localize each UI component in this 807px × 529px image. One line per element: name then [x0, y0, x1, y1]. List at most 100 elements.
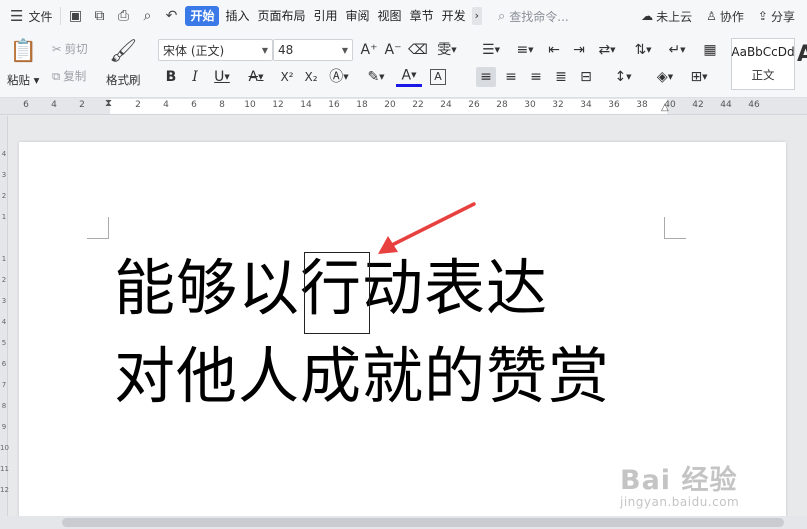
ruler-number: 2 — [1, 276, 7, 284]
font-color-button[interactable]: A▼ — [396, 67, 422, 87]
italic-button[interactable]: I — [185, 67, 205, 87]
font-color-label: A — [401, 67, 412, 84]
ruler-number: 6 — [1, 360, 7, 368]
tab-page-layout[interactable]: 页面布局 — [254, 6, 310, 26]
borders-icon[interactable]: ⊞▼ — [686, 67, 712, 87]
ruler-number: 34 — [580, 100, 592, 110]
font-name-select[interactable]: 宋体 (正文) ▼ — [158, 39, 273, 61]
cut-button[interactable]: ✂ 剪切 — [52, 41, 88, 57]
clear-format-icon[interactable]: ⌫ — [408, 40, 428, 60]
collaborate-button[interactable]: ♙ 协作 — [706, 8, 744, 25]
font-size-select[interactable]: 48 ▼ — [273, 39, 353, 61]
chinese-layout-icon[interactable]: ⇄▼ — [594, 40, 620, 60]
ruler-number: 32 — [552, 100, 564, 110]
more-styles-button[interactable]: A — [797, 42, 807, 67]
tab-references[interactable]: 引用 — [310, 6, 342, 26]
scrollbar-thumb[interactable] — [62, 518, 784, 527]
align-center-icon[interactable]: ≡ — [501, 67, 521, 87]
align-left-icon[interactable]: ≡ — [476, 67, 496, 87]
numbered-list-icon[interactable]: ≡▼ — [512, 40, 538, 60]
quick-access-toolbar: ▣ ⧉ ⎙ ⌕ ↶ — [60, 7, 185, 25]
cloud-status-button[interactable]: ☁ 未上云 — [641, 8, 692, 25]
align-right-icon[interactable]: ≡ — [526, 67, 546, 87]
share-button[interactable]: ⇪ 分享 — [758, 8, 795, 25]
tab-view[interactable]: 视图 — [374, 6, 406, 26]
print-preview-icon[interactable]: ⌕ — [139, 8, 155, 24]
export-icon[interactable]: ⧉ — [91, 8, 107, 24]
tab-developer[interactable]: 开发 — [438, 6, 470, 26]
tab-sections[interactable]: 章节 — [406, 6, 438, 26]
style-normal[interactable]: AaBbCcDd 正文 — [731, 38, 795, 90]
copy-label: 复制 — [63, 69, 87, 83]
watermark-url: jingyan.baidu.com — [620, 495, 740, 509]
ruler-number: 11 — [0, 465, 9, 473]
ruler-number: 2 — [79, 100, 85, 110]
scissors-icon: ✂ — [52, 42, 62, 56]
more-tabs-button[interactable]: › — [471, 7, 482, 25]
share-icon: ⇪ — [757, 9, 768, 23]
shading-icon[interactable]: ◈▼ — [652, 67, 678, 87]
collaborate-label: 协作 — [719, 9, 744, 24]
horizontal-scrollbar[interactable] — [0, 516, 807, 529]
ruler-number: 14 — [300, 100, 312, 110]
text-effect-button[interactable]: Ⓐ▼ — [326, 67, 352, 87]
strikethrough-button[interactable]: A▼ — [243, 67, 269, 87]
distribute-icon[interactable]: ⊟ — [576, 67, 596, 87]
horizontal-ruler[interactable]: 6 4 2 2 4 6 8 10 12 14 16 18 20 22 24 26… — [0, 98, 807, 115]
margin-corner-top-left — [87, 217, 109, 239]
margin-corner-top-right — [664, 217, 686, 239]
undo-icon[interactable]: ↶ — [163, 8, 179, 24]
style-name: 正文 — [751, 68, 775, 82]
ruler-number: 24 — [440, 100, 452, 110]
paste-button[interactable]: 📋 粘贴 ▾ — [7, 38, 39, 88]
ruler-number: 2 — [1, 192, 7, 200]
sort-icon[interactable]: ⇅▼ — [630, 40, 656, 60]
strikethrough-label: A — [248, 69, 259, 85]
bold-button[interactable]: B — [161, 67, 181, 87]
phonetic-guide-button[interactable]: 雯▼ — [434, 40, 460, 60]
format-painter-label: 格式刷 — [106, 73, 141, 87]
chevron-down-icon: ▼ — [261, 45, 268, 55]
file-menu[interactable]: ☰ 文件 — [0, 0, 60, 32]
shrink-font-button[interactable]: A⁻ — [383, 40, 403, 60]
chevron-down-icon: ▼ — [341, 45, 348, 55]
bullet-list-icon[interactable]: ☰▼ — [478, 40, 504, 60]
baidu-watermark: Bai 经验 jingyan.baidu.com — [620, 458, 739, 509]
ruler-number: 22 — [412, 100, 424, 110]
char-border-button[interactable]: A — [430, 69, 446, 85]
show-marks-icon[interactable]: ↵▼ — [664, 40, 690, 60]
table-icon[interactable]: ▦ — [700, 40, 720, 60]
grow-font-button[interactable]: A⁺ — [359, 40, 379, 60]
ruler-number: 6 — [23, 100, 29, 110]
clipboard-icon: 📋 — [9, 39, 37, 64]
tab-insert[interactable]: 插入 — [221, 6, 253, 26]
save-icon[interactable]: ▣ — [67, 8, 83, 24]
file-menu-label: 文件 — [28, 9, 53, 24]
tab-home[interactable]: 开始 — [185, 6, 220, 26]
left-indent-marker[interactable]: ⧗ — [105, 98, 112, 109]
print-icon[interactable]: ⎙ — [115, 8, 131, 24]
style-sample: AaBbCcDd — [731, 45, 795, 59]
format-painter-button[interactable]: 🖌 格式刷 — [106, 38, 141, 88]
ruler-number: 12 — [0, 486, 9, 494]
right-indent-marker[interactable]: △ — [661, 102, 669, 113]
ruler-number: 46 — [748, 100, 760, 110]
decrease-indent-icon[interactable]: ⇤ — [544, 40, 564, 60]
highlight-icon[interactable]: ✎▼ — [362, 67, 390, 87]
character-border-box — [304, 252, 370, 334]
underline-button[interactable]: U▼ — [209, 67, 235, 87]
ruler-number: 6 — [191, 100, 197, 110]
command-search[interactable]: ⌕ 查找命令... — [498, 8, 569, 25]
vertical-ruler[interactable]: 4 3 2 1 1 2 3 4 5 6 7 8 9 10 11 12 — [0, 116, 9, 516]
justify-icon[interactable]: ≣ — [551, 67, 571, 87]
tab-review[interactable]: 审阅 — [342, 6, 374, 26]
paste-label: 粘贴 ▾ — [7, 73, 40, 87]
superscript-button[interactable]: X² — [277, 67, 297, 87]
hamburger-icon: ☰ — [10, 7, 24, 25]
increase-indent-icon[interactable]: ⇥ — [569, 40, 589, 60]
subscript-button[interactable]: X₂ — [301, 67, 321, 87]
document-line-2[interactable]: 对他人成就的赞赏 — [114, 346, 610, 407]
copy-button[interactable]: ⧉ 复制 — [52, 68, 86, 84]
cloud-icon: ☁ — [641, 9, 654, 23]
line-spacing-icon[interactable]: ↕▼ — [610, 67, 636, 87]
